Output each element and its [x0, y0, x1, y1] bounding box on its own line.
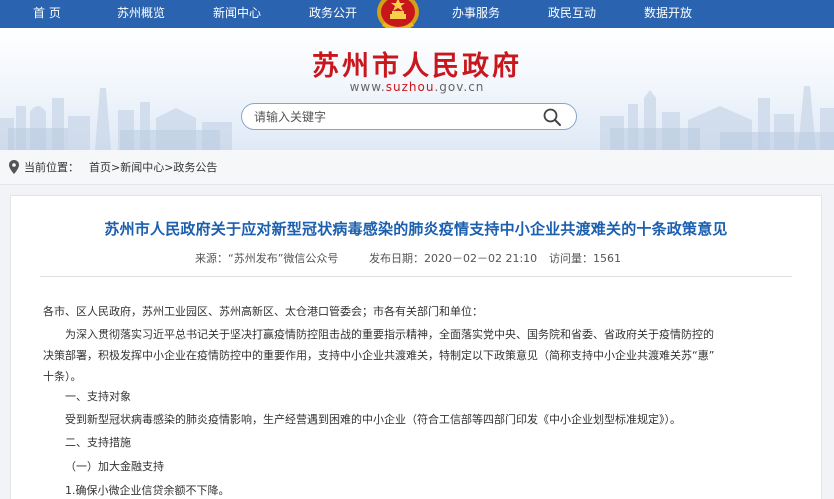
search-input[interactable]	[254, 108, 534, 126]
url-suffix: .gov.cn	[434, 80, 485, 94]
location-pin-icon	[9, 160, 19, 174]
article-intro-line1: 为深入贯彻落实习近平总书记关于坚决打赢疫情防控阻击战的重要指示精神，全面落实党中…	[65, 328, 714, 341]
article-title: 苏州市人民政府关于应对新型冠状病毒感染的肺炎疫情支持中小企业共渡难关的十条政策意…	[104, 220, 728, 238]
nav-item-open-data[interactable]: 数据开放	[644, 0, 692, 28]
article-source: 来源：“苏州发布”微信公众号	[195, 252, 339, 265]
article-intro-line3: 十条）。	[43, 370, 82, 383]
section-heading-2: 二、支持措施	[65, 436, 131, 449]
nav-item-overview[interactable]: 苏州概览	[117, 0, 165, 28]
url-prefix: www.	[349, 80, 386, 94]
article-date: 发布日期：2020－02－02 21:10	[369, 252, 538, 265]
nav-item-interaction[interactable]: 政民互动	[548, 0, 596, 28]
article-intro-line2: 决策部署，积极发挥中小企业在疫情防控中的重要作用，支持中小企业共渡难关，特制定以…	[43, 349, 715, 362]
article-views: 访问量：1561	[549, 252, 621, 265]
url-highlight: suzhou	[385, 80, 435, 94]
article-divider	[40, 276, 792, 277]
search-icon[interactable]	[542, 107, 562, 127]
article-salutation: 各市、区人民政府，苏州工业园区、苏州高新区、太仓港口管委会；市各有关部门和单位：	[43, 305, 483, 318]
breadcrumb-path[interactable]: 首页>新闻中心>政务公告	[89, 159, 217, 175]
nav-item-services[interactable]: 办事服务	[452, 0, 500, 28]
header-banner: 苏州市人民政府 www.suzhou.gov.cn	[0, 28, 834, 150]
search-box	[241, 103, 577, 130]
subsection-heading-1: （一）加大金融支持	[65, 460, 164, 473]
breadcrumb-label: 当前位置：	[24, 161, 79, 174]
nav-item-home[interactable]: 首 页	[33, 0, 61, 28]
site-title[interactable]: 苏州市人民政府	[250, 44, 584, 83]
nav-item-news[interactable]: 新闻中心	[213, 0, 261, 28]
site-url: www.suzhou.gov.cn	[250, 80, 584, 94]
section-heading-1: 一、支持对象	[65, 390, 131, 403]
nav-item-public-affairs[interactable]: 政务公开	[309, 0, 357, 28]
section-text-1: 受到新型冠状病毒感染的肺炎疫情影响，生产经营遇到困难的中小企业（符合工信部等四部…	[65, 413, 681, 426]
list-item-1: 1.确保小微企业信贷余额不下降。	[65, 484, 230, 497]
